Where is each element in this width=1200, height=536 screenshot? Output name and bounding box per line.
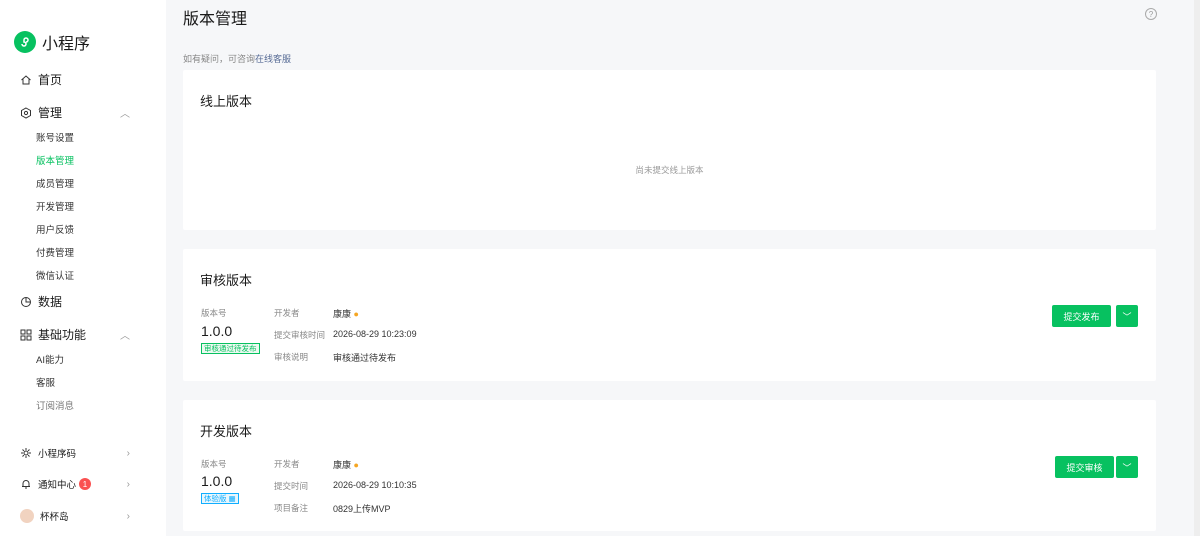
brand[interactable]: 小程序	[14, 30, 90, 54]
sidebar-subitem-service[interactable]: 客服	[36, 375, 55, 389]
sidebar-subitem-subscribe[interactable]: 订阅消息	[36, 398, 74, 412]
bell-icon	[20, 478, 32, 490]
help-icon[interactable]: ?	[1145, 8, 1157, 20]
submit-release-button[interactable]: 提交发布	[1052, 305, 1111, 327]
chevron-right-icon: ›	[126, 478, 130, 490]
pie-chart-icon	[20, 296, 32, 308]
project-note: 0829上传MVP	[333, 504, 391, 514]
developer-label: 开发者	[274, 308, 300, 318]
page-title: 版本管理	[183, 11, 248, 28]
sidebar-item-user[interactable]: 杯杯岛 ›	[20, 509, 130, 523]
card-title: 线上版本	[200, 94, 253, 109]
avatar-emoji-icon: ●	[353, 309, 359, 319]
status-badge: 体验版 ▦	[201, 493, 239, 504]
submit-time-label: 提交审核时间	[274, 330, 326, 340]
home-icon	[20, 74, 32, 86]
sidebar-subitem-payment[interactable]: 付费管理	[36, 245, 74, 259]
submit-time: 2026-08-29 10:23:09	[333, 329, 417, 339]
review-note-label: 审核说明	[274, 352, 309, 362]
sidebar-subitem-version[interactable]: 版本管理	[36, 153, 74, 167]
user-name: 杯杯岛	[40, 512, 69, 523]
qrcode-icon[interactable]: ▦	[229, 494, 236, 503]
developer-name: 康康 ●	[333, 460, 359, 470]
chevron-up-icon: ︿	[120, 109, 130, 120]
sidebar-item-qrcode[interactable]: 小程序码 ›	[20, 446, 130, 460]
avatar-emoji-icon: ●	[353, 460, 359, 470]
online-version-card: 线上版本 尚未提交线上版本	[183, 70, 1156, 230]
sidebar-item-manage[interactable]: 管理 ︿	[20, 104, 130, 121]
miniprogram-logo-icon	[14, 31, 36, 53]
dev-version-card: 开发版本 版本号 1.0.0 体验版 ▦ 开发者 康康 ● 提交时间 2026-…	[183, 400, 1156, 531]
developer-name: 康康 ●	[333, 309, 359, 319]
submit-time: 2026-08-29 10:10:35	[333, 480, 417, 490]
card-title: 审核版本	[200, 273, 253, 288]
brand-name: 小程序	[42, 36, 91, 53]
notification-badge: 1	[79, 478, 92, 490]
sidebar-subitem-dev[interactable]: 开发管理	[36, 199, 74, 213]
chevron-down-icon[interactable]: ﹀	[1116, 305, 1138, 327]
sidebar-item-label: 通知中心	[38, 480, 77, 491]
chevron-right-icon: ›	[126, 447, 130, 459]
submit-time-label: 提交时间	[274, 481, 309, 491]
developer-label: 开发者	[274, 459, 300, 469]
chevron-right-icon: ›	[126, 510, 130, 522]
hint-text: 如有疑问，可咨询	[183, 54, 256, 64]
sidebar-item-label: 首页	[38, 73, 63, 87]
review-version-card: 审核版本 版本号 1.0.0 审核通过待发布 开发者 康康 ● 提交审核时间 2…	[183, 249, 1156, 381]
version-label: 版本号	[201, 459, 227, 469]
scrollbar[interactable]	[1194, 0, 1200, 536]
sidebar-subitem-verify[interactable]: 微信认证	[36, 268, 74, 282]
sidebar-item-notify[interactable]: 通知中心 1 ›	[20, 477, 130, 491]
version-label: 版本号	[201, 308, 227, 318]
status-badge: 审核通过待发布	[201, 343, 260, 354]
sidebar-item-home[interactable]: 首页	[20, 71, 130, 88]
review-note: 审核通过待发布	[333, 353, 397, 363]
sidebar-item-label: 小程序码	[38, 449, 77, 460]
sidebar-item-label: 数据	[38, 295, 63, 309]
online-service-link[interactable]: 在线客服	[255, 54, 291, 64]
sidebar-subitem-feedback[interactable]: 用户反馈	[36, 222, 74, 236]
qrcode-icon	[20, 447, 32, 459]
help-hint: 如有疑问，可咨询在线客服	[183, 52, 291, 65]
sidebar-item-label: 基础功能	[38, 328, 87, 342]
empty-state-text: 尚未提交线上版本	[635, 165, 704, 175]
sidebar-subitem-ai[interactable]: AI能力	[36, 352, 64, 366]
sidebar-item-data[interactable]: 数据	[20, 293, 130, 310]
submit-review-button[interactable]: 提交审核	[1055, 456, 1114, 478]
chevron-up-icon: ︿	[120, 331, 130, 342]
sidebar-item-basic[interactable]: 基础功能 ︿	[20, 326, 130, 343]
sidebar-item-label: 管理	[38, 106, 63, 120]
version-number: 1.0.0	[201, 323, 233, 339]
card-title: 开发版本	[200, 424, 253, 439]
settings-icon	[20, 106, 32, 119]
sidebar: 小程序 首页 管理 ︿ 账号设置 版本管理 成员管理 开发管理 用户反馈 付费管…	[0, 0, 166, 536]
sidebar-subitem-members[interactable]: 成员管理	[36, 176, 74, 190]
version-number: 1.0.0	[201, 473, 233, 489]
grid-icon	[20, 329, 32, 341]
chevron-down-icon[interactable]: ﹀	[1116, 456, 1138, 478]
project-note-label: 项目备注	[274, 503, 309, 513]
avatar	[20, 509, 34, 523]
sidebar-subitem-account[interactable]: 账号设置	[36, 130, 74, 144]
